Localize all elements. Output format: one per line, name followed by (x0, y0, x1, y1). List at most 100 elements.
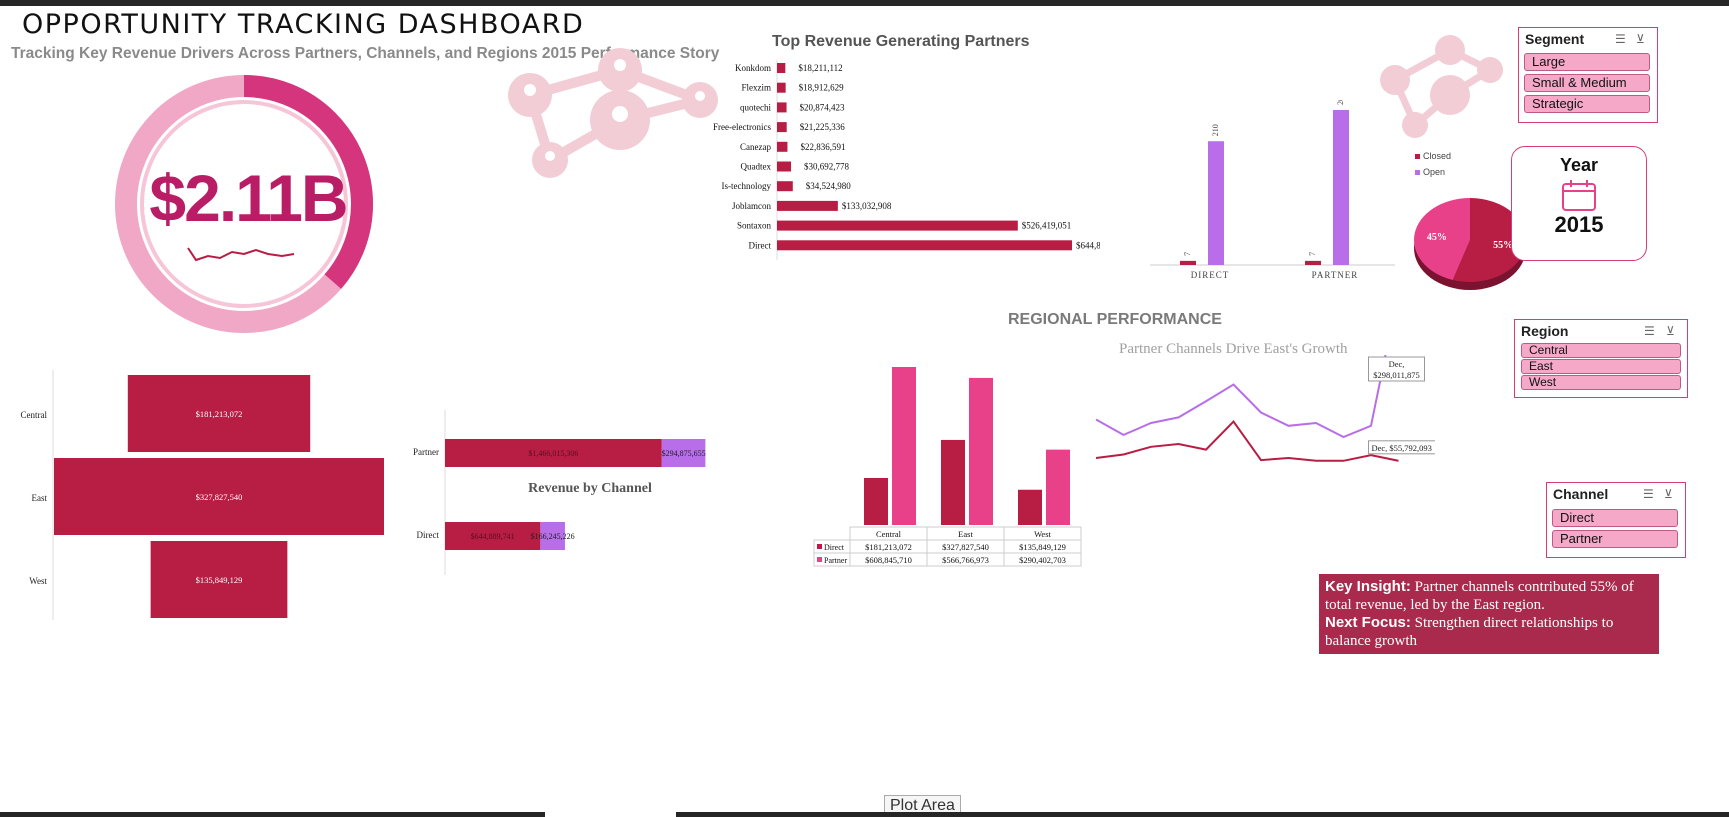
clear-filter-icon[interactable]: ⊻ (1666, 324, 1675, 338)
segment-item-strategic[interactable]: Strategic (1524, 95, 1650, 113)
openclosed-tick-label: DIRECT (1191, 270, 1230, 280)
partner-bar (777, 200, 838, 211)
segment-slicer: Segment ☰ ⊻ Large Small & Medium Strateg… (1518, 27, 1658, 123)
top-partners-chart: Konkdom $18,211,112 Flexzim $18,912,629 quot… (713, 60, 1100, 260)
end-label: $298,011,875 (1373, 370, 1419, 380)
open-closed-chart: DIRECT 7 210 PARTNER 7 263 (1150, 100, 1395, 280)
regional-performance-chart: Central East West Direct $181,213,072 $327,82… (813, 367, 1082, 567)
revenue-by-channel-chart: Revenue by Channel Partner $1,466,015,306 $… (413, 410, 706, 575)
regional-performance-title: REGIONAL PERFORMANCE (1008, 311, 1222, 328)
partner-tick-label: Canezap (740, 142, 771, 152)
multi-select-icon[interactable]: ☰ (1643, 487, 1654, 501)
region-item-west[interactable]: West (1521, 375, 1681, 390)
partner-data-label: $18,912,629 (799, 83, 845, 93)
regional-bar (1046, 449, 1070, 525)
multi-select-icon[interactable]: ☰ (1615, 32, 1626, 46)
key-insight-box: Key Insight: Partner channels contribute… (1319, 574, 1659, 654)
channel-data-label: $1,466,015,306 (528, 449, 578, 458)
partner-data-label: $133,032,908 (842, 201, 892, 211)
partner-tick-label: Flexzim (742, 83, 772, 93)
openclosed-bar (1305, 260, 1321, 265)
channel-data-label: $294,875,655 (662, 449, 706, 458)
regional-bar (1018, 489, 1042, 525)
sheet-bottom-bar-right (676, 812, 1729, 817)
regional-bar (941, 439, 965, 525)
partner-tick-label: Konkdom (735, 63, 771, 73)
region-item-east[interactable]: East (1521, 359, 1681, 374)
end-label: Dec, $55,792,093 (1372, 443, 1432, 453)
year-card: Year 2015 (1511, 146, 1647, 261)
openclosed-bar (1208, 141, 1224, 265)
partner-bar (777, 161, 792, 172)
channel-chart-title: Revenue by Channel (528, 481, 652, 496)
window-top-bar (0, 0, 1729, 6)
region-revenue-chart: Central $181,213,072 East $327,827,540 West $… (21, 370, 384, 620)
openclosed-data-label: 263 (1336, 100, 1345, 105)
channel-data-label: $166,245,226 (531, 532, 575, 541)
region-slicer-title: Region (1521, 323, 1569, 339)
partner-tick-label: Direct (749, 240, 772, 250)
partner-data-label: $18,211,112 (798, 63, 842, 73)
table-value: $290,402,703 (1019, 555, 1066, 565)
sheet-bottom-bar-left (0, 812, 545, 817)
table-value: $327,827,540 (942, 542, 989, 552)
channel-tick-label: Partner (413, 447, 439, 457)
regional-bar (864, 477, 888, 525)
region-data-label: $327,827,540 (196, 492, 243, 502)
partner-bar (777, 122, 787, 133)
regional-bar (969, 377, 993, 525)
table-value: $566,766,973 (942, 555, 989, 565)
partner-data-label: $20,874,423 (800, 102, 846, 112)
partner-bar (777, 220, 1018, 231)
region-tick-label: East (32, 493, 48, 503)
pie-label: 45% (1427, 232, 1447, 243)
segment-item-large[interactable]: Large (1524, 53, 1650, 71)
table-header: Central (876, 529, 902, 539)
table-value: $608,845,710 (865, 555, 912, 565)
partner-direct-trend-chart: Dec,$298,011,875 Dec, $55,792,093 (1095, 355, 1435, 462)
region-slicer: Region ☰ ⊻ Central East West (1514, 319, 1688, 398)
partner-data-label: $34,524,980 (806, 181, 852, 191)
channel-item-direct[interactable]: Direct (1552, 509, 1678, 527)
partner-tick-label: Quadtex (741, 162, 772, 172)
partner-tick-label: Sontaxon (737, 221, 772, 231)
region-tick-label: Central (21, 410, 48, 420)
openclosed-bar (1333, 110, 1349, 265)
partner-tick-label: Joblamcon (732, 201, 771, 211)
region-item-central[interactable]: Central (1521, 343, 1681, 358)
table-legend-key (817, 544, 822, 549)
channel-item-partner[interactable]: Partner (1552, 530, 1678, 548)
table-value: $181,213,072 (865, 542, 912, 552)
openclosed-bar (1180, 260, 1196, 265)
dashboard-title: OPPORTUNITY TRACKING DASHBOARD (22, 9, 585, 40)
table-header: East (958, 529, 973, 539)
table-series-label: Partner (824, 556, 847, 565)
partner-bar (777, 181, 793, 192)
table-legend-key (817, 557, 822, 562)
openclosed-data-label: 7 (1308, 252, 1317, 256)
partner-data-label: $21,225,336 (800, 122, 846, 132)
region-data-label: $181,213,072 (196, 409, 243, 419)
channel-tick-label: Direct (417, 530, 440, 540)
partner-bar (777, 102, 787, 113)
partner-bar (777, 141, 788, 152)
top-partners-title: Top Revenue Generating Partners (772, 33, 1030, 50)
channel-data-label: $644,889,741 (471, 532, 515, 541)
end-label: Dec, (1389, 359, 1405, 369)
multi-select-icon[interactable]: ☰ (1644, 324, 1655, 338)
calendar-icon (1562, 180, 1596, 211)
partner-data-label: $30,692,778 (804, 162, 850, 172)
clear-filter-icon[interactable]: ⊻ (1664, 487, 1673, 501)
segment-item-small-medium[interactable]: Small & Medium (1524, 74, 1650, 92)
partner-data-label: $526,419,051 (1022, 221, 1071, 231)
legend-open: Open (1415, 167, 1445, 177)
partner-tick-label: quotechi (740, 102, 771, 112)
next-focus-label: Next Focus: (1325, 614, 1411, 631)
partner-bar (777, 82, 786, 93)
year-value: 2015 (1554, 212, 1604, 237)
key-insight-label: Key Insight: (1325, 578, 1411, 595)
total-revenue-kpi: $2.11B (149, 161, 348, 235)
openclosed-data-label: 7 (1183, 252, 1192, 256)
openclosed-data-label: 210 (1211, 124, 1220, 136)
clear-filter-icon[interactable]: ⊻ (1636, 32, 1645, 46)
